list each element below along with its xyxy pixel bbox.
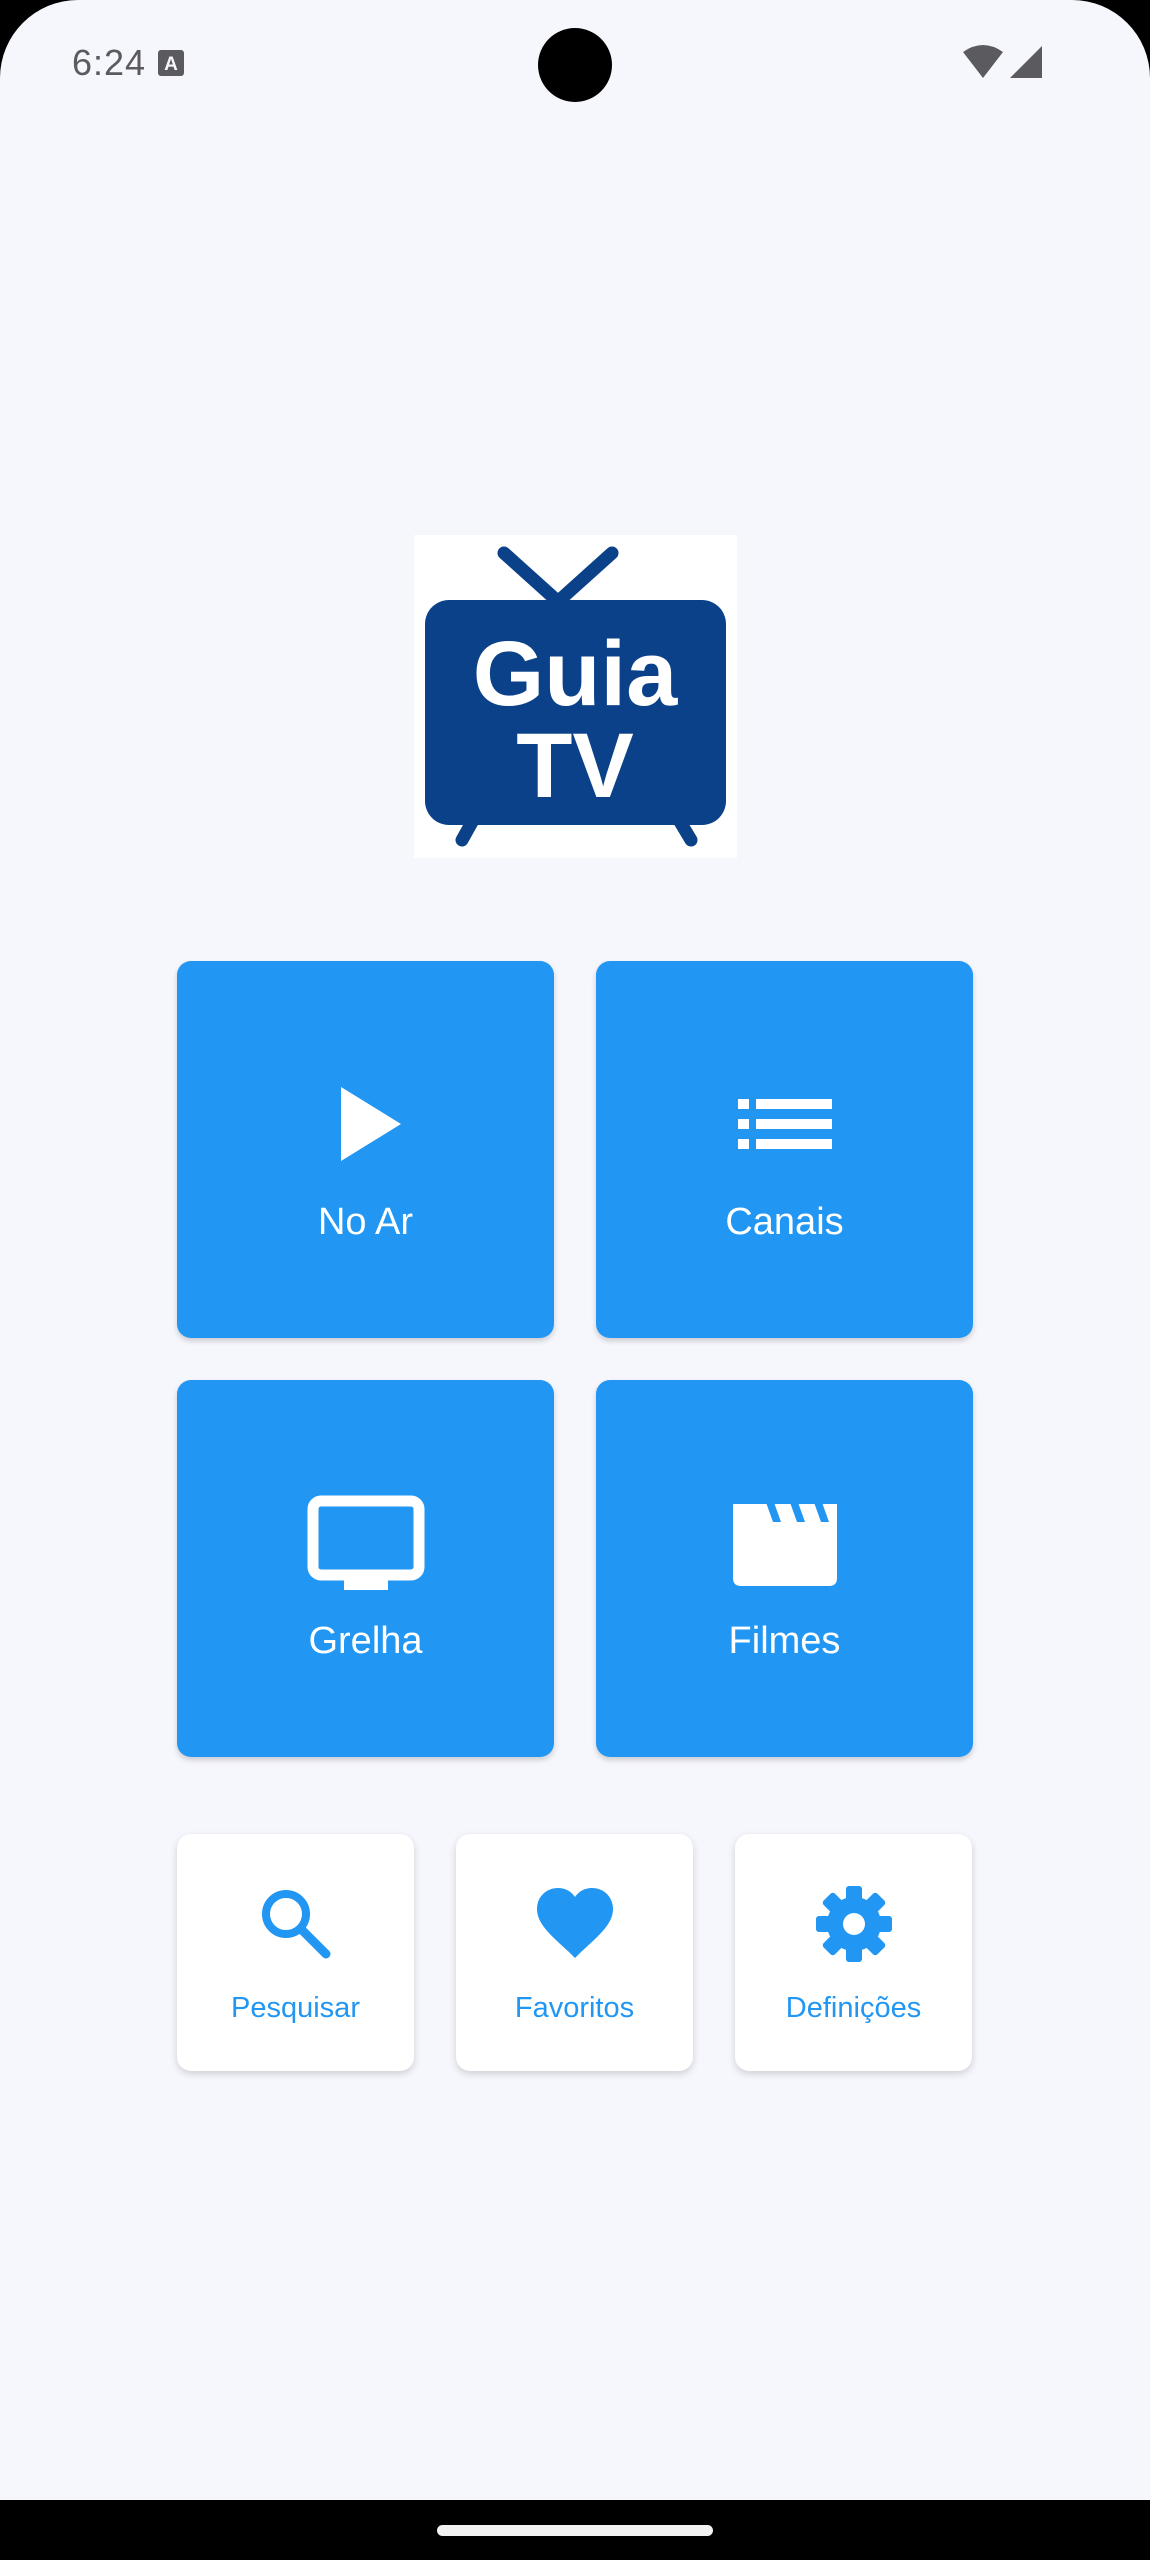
- heart-icon: [533, 1882, 617, 1966]
- search-icon: [254, 1882, 338, 1966]
- logo-line-2: TV: [516, 715, 634, 817]
- pesquisar-label: Pesquisar: [231, 1992, 360, 2024]
- gear-icon: [812, 1882, 896, 1966]
- guia-tv-logo: Guia TV: [414, 535, 737, 858]
- grelha-tile[interactable]: Grelha: [177, 1380, 554, 1757]
- accessibility-a-icon: A: [158, 50, 184, 76]
- favoritos-label: Favoritos: [514, 1992, 635, 2024]
- a-glyph: A: [164, 54, 178, 75]
- definicoes-label: Definições: [785, 1992, 922, 2024]
- canais-tile[interactable]: Canais: [596, 961, 973, 1338]
- status-time: 6:24: [72, 42, 147, 83]
- list-icon: [725, 1069, 845, 1179]
- app-screen: 6:24 A Guia TV No Ar Canais Grelha Filme…: [0, 0, 1150, 2500]
- cell-signal-icon: [1010, 46, 1042, 78]
- pesquisar-card[interactable]: Pesquisar: [177, 1834, 414, 2071]
- logo-line-1: Guia: [473, 623, 678, 725]
- clapperboard-icon: [725, 1488, 845, 1598]
- no-ar-tile[interactable]: No Ar: [177, 961, 554, 1338]
- filmes-label: Filmes: [728, 1620, 841, 1662]
- camera-cutout: [538, 28, 612, 102]
- tv-icon: [306, 1488, 426, 1598]
- wifi-icon: [963, 45, 1003, 78]
- definicoes-card[interactable]: Definições: [735, 1834, 972, 2071]
- filmes-tile[interactable]: Filmes: [596, 1380, 973, 1757]
- home-indicator[interactable]: [437, 2525, 713, 2536]
- canais-label: Canais: [725, 1201, 844, 1243]
- play-icon: [306, 1069, 426, 1179]
- favoritos-card[interactable]: Favoritos: [456, 1834, 693, 2071]
- grelha-label: Grelha: [308, 1620, 423, 1662]
- no-ar-label: No Ar: [317, 1201, 414, 1243]
